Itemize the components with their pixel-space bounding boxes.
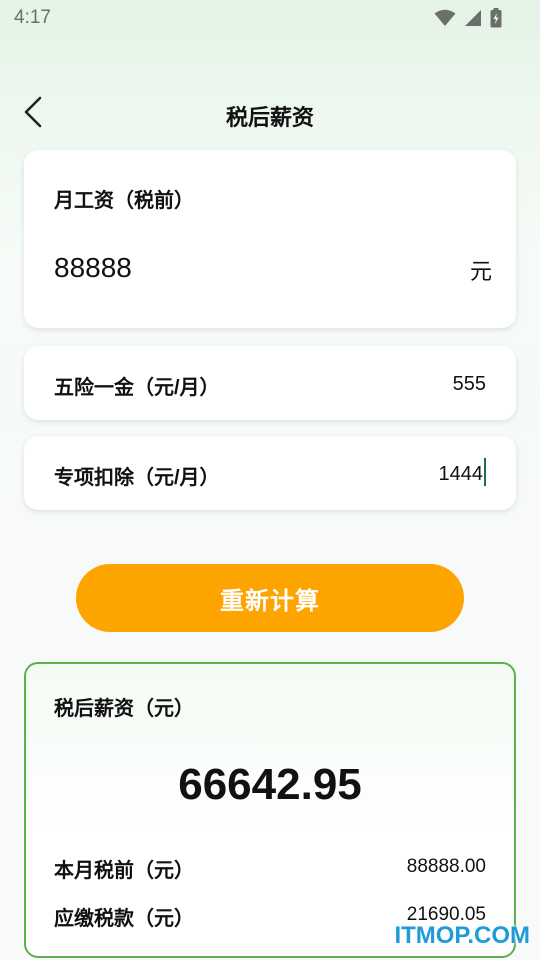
deduction-input[interactable] [303,460,483,488]
detail-value-pretax: 88888.00 [406,856,486,877]
insurance-input[interactable] [306,370,486,398]
status-bar: 4:17 [0,0,540,40]
status-time: 4:17 [14,7,51,28]
salary-card: 月工资（税前） 元 [24,150,516,328]
salary-label: 月工资（税前） [54,190,194,212]
salary-input[interactable] [54,248,434,288]
status-icons [434,8,502,28]
result-card: 税后薪资（元） 66642.95 本月税前（元） 88888.00 应缴税款（元… [24,662,516,958]
signal-icon [464,9,482,27]
recalculate-button[interactable]: 重新计算 [76,564,464,632]
deduction-card: 专项扣除（元/月） [24,436,516,510]
text-caret [484,458,486,486]
insurance-label: 五险一金（元/月） [54,377,220,399]
deduction-label: 专项扣除（元/月） [54,467,220,489]
watermark: ITMOP.COM [394,922,530,949]
result-amount: 66642.95 [178,760,362,809]
detail-label-pretax: 本月税前（元） [54,860,194,882]
battery-icon [490,8,502,28]
result-label: 税后薪资（元） [54,698,194,720]
wifi-icon [434,9,456,27]
page-title: 税后薪资 [225,105,314,130]
detail-row-pretax: 本月税前（元） 88888.00 [54,854,486,884]
nav-bar: 税后薪资 [0,88,540,142]
detail-label-tax: 应缴税款（元） [54,908,194,930]
insurance-card: 五险一金（元/月） [24,346,516,420]
salary-unit: 元 [469,259,492,284]
